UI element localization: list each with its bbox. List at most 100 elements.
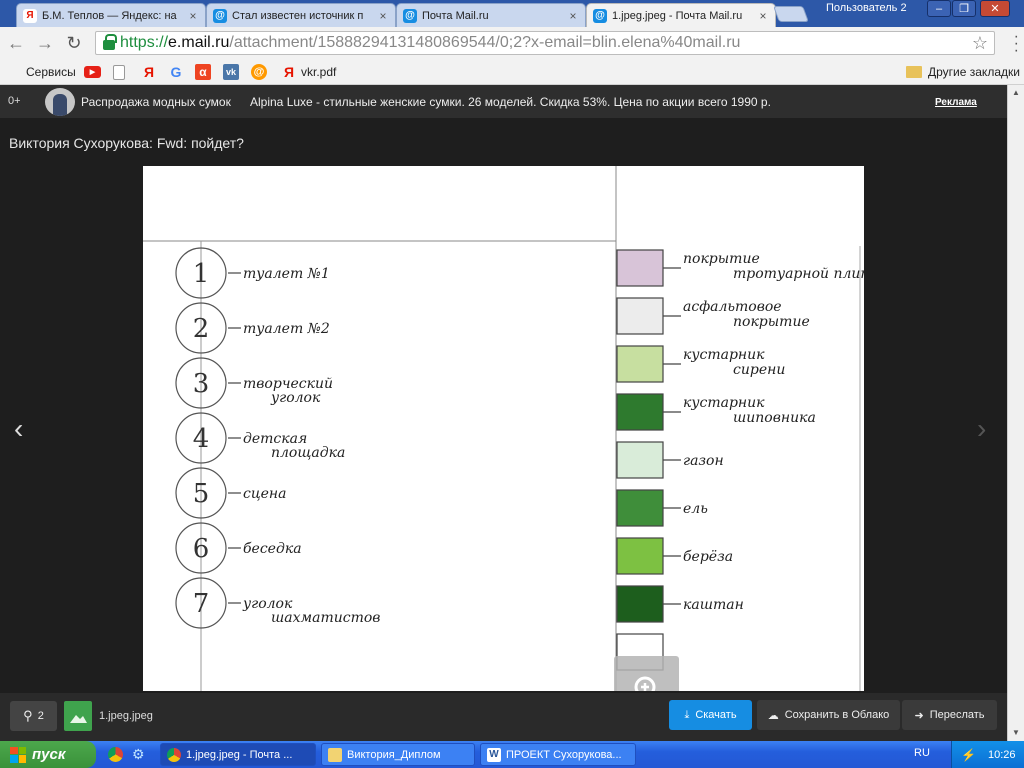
windows-logo-icon <box>10 746 26 763</box>
download-button[interactable]: ⤓ Скачать <box>669 700 752 730</box>
ad-label[interactable]: Реклама <box>935 97 977 108</box>
bookmark-services[interactable]: Сервисы <box>6 63 76 81</box>
minimize-icon[interactable]: – <box>927 0 951 17</box>
age-rating: 0+ <box>8 95 21 107</box>
folder-icon <box>906 66 922 78</box>
legend-label: беседка <box>243 541 302 557</box>
mailru-icon: @ <box>593 8 607 23</box>
ad-banner[interactable]: 0+ Распродажа модных сумок Alpina Luxe -… <box>0 85 1007 118</box>
profile-name[interactable]: Пользователь 2 <box>826 2 907 14</box>
legend-label: кустарник <box>683 347 765 363</box>
legend-number: 2 <box>193 314 210 344</box>
legend-left-item: 2 туалет №2 <box>175 302 330 354</box>
ad-title[interactable]: Распродажа модных сумок <box>81 95 231 109</box>
tab-news[interactable]: @ Стал известен источник п × <box>206 3 396 27</box>
legend-number: 7 <box>193 589 210 619</box>
word-icon: W <box>487 747 501 762</box>
browser-menu-icon[interactable]: · · · <box>1014 29 1019 59</box>
legend-label: сцена <box>243 486 286 502</box>
yandex-icon: Я <box>283 64 295 80</box>
new-tab-button[interactable] <box>773 6 809 22</box>
legend-label-cont: шиповника <box>733 410 816 426</box>
forward-icon[interactable]: → <box>34 32 56 54</box>
forward-button[interactable]: ➜ Переслать <box>902 700 997 730</box>
bookmark-label: Другие закладки <box>928 65 1020 79</box>
legend-label-cont: шахматистов <box>271 610 380 626</box>
screen: Я Б.М. Теплов — Яндекс: на × @ Стал изве… <box>0 0 1024 768</box>
attachments-count: 2 <box>37 710 44 722</box>
scroll-down-icon[interactable]: ▼ <box>1011 729 1021 737</box>
legend-label-cont: площадка <box>271 445 345 461</box>
yandex-icon: Я <box>143 64 155 80</box>
bookmark-vk[interactable]: vk <box>223 63 239 81</box>
language-indicator[interactable]: RU <box>914 747 930 759</box>
prev-image-icon[interactable]: ‹ <box>14 413 23 445</box>
bookmark-mailru[interactable]: @ <box>251 63 267 81</box>
legend-left-item: 5 сцена <box>175 467 286 519</box>
bookmark-alfa[interactable]: α <box>195 63 211 81</box>
legend-number: 3 <box>193 369 210 399</box>
start-button[interactable]: пуск <box>0 741 96 768</box>
bookmark-google[interactable]: G <box>168 63 184 81</box>
reload-icon[interactable]: ↻ <box>63 32 85 54</box>
vk-icon: vk <box>223 64 239 80</box>
chrome-quicklaunch-icon[interactable] <box>108 747 123 762</box>
network-tray-icon[interactable]: ⚡ <box>961 748 976 762</box>
vertical-scrollbar[interactable]: ▲ ▼ <box>1007 85 1024 741</box>
legend-number: 6 <box>193 534 210 564</box>
other-bookmarks[interactable]: Другие закладки <box>906 63 1020 81</box>
close-icon[interactable]: × <box>187 9 199 23</box>
next-image-icon[interactable]: › <box>977 413 986 445</box>
legend-label: туалет №2 <box>243 321 330 337</box>
save-cloud-label: Сохранить в Облако <box>784 709 890 721</box>
back-icon[interactable]: ← <box>5 32 27 54</box>
bookmark-vkr-pdf[interactable]: Я vkr.pdf <box>281 63 336 81</box>
attachment-thumbnail[interactable] <box>64 701 92 731</box>
bookmark-label: Сервисы <box>26 65 76 79</box>
close-window-icon[interactable]: ✕ <box>980 0 1010 17</box>
tab-yandex[interactable]: Я Б.М. Теплов — Яндекс: на × <box>16 3 206 27</box>
bookmark-page[interactable] <box>113 63 125 81</box>
legend-right-item: кустарникшиповника <box>616 393 816 431</box>
legend-right-item: берёза <box>616 537 733 575</box>
page-icon <box>113 64 125 80</box>
restore-icon[interactable]: ❐ <box>952 0 976 17</box>
network-quicklaunch-icon[interactable]: ⚙ <box>132 746 145 763</box>
url-text[interactable]: https://e.mail.ru/attachment/15888294131… <box>120 34 740 52</box>
scroll-up-icon[interactable]: ▲ <box>1011 89 1021 97</box>
legend-left-item: 1 туалет №1 <box>175 247 330 299</box>
attachments-button[interactable]: ⚲ 2 <box>10 701 57 731</box>
taskbar-item-folder[interactable]: Виктория_Диплом <box>321 743 475 766</box>
image-icon <box>70 715 87 723</box>
legend-right-item: асфальтовоепокрытие <box>616 297 810 335</box>
legend-swatch <box>616 345 664 383</box>
save-to-cloud-button[interactable]: ☁ Сохранить в Облако <box>757 700 900 730</box>
legend-label: покрытие <box>683 251 760 267</box>
taskbar-item-word[interactable]: W ПРОЕКТ Сухорукова... <box>480 743 636 766</box>
legend-swatch <box>616 585 664 623</box>
attachment-image[interactable]: 1 туалет №1 2 туалет №2 3 творческий уголок 4 де… <box>143 166 864 691</box>
bookmarks-bar: Сервисы ▶ Я G α vk @ Я vkr.pdf Другие за… <box>0 59 1024 85</box>
yandex-icon: Я <box>23 8 37 23</box>
taskbar-item-chrome[interactable]: 1.jpeg.jpeg - Почта ... <box>160 743 316 766</box>
bookmark-youtube[interactable]: ▶ <box>84 63 101 81</box>
tab-title: 1.jpeg.jpeg - Почта Mail.ru <box>612 9 743 22</box>
legend-swatch <box>616 249 664 287</box>
bookmark-star-icon[interactable]: ☆ <box>972 33 988 54</box>
close-icon[interactable]: × <box>757 9 769 23</box>
tab-attachment[interactable]: @ 1.jpeg.jpeg - Почта Mail.ru × <box>586 3 776 27</box>
bookmark-yandex[interactable]: Я <box>141 63 157 81</box>
legend-right-item: каштан <box>616 585 744 623</box>
legend-swatch <box>616 393 664 431</box>
ad-text[interactable]: Alpina Luxe - стильные женские сумки. 26… <box>250 95 771 109</box>
close-icon[interactable]: × <box>567 9 579 23</box>
legend-label: газон <box>683 453 724 469</box>
close-icon[interactable]: × <box>377 9 389 23</box>
zoom-in-button[interactable] <box>614 656 679 691</box>
mailru-icon: @ <box>251 64 267 80</box>
legend-label: ель <box>683 501 708 517</box>
address-bar[interactable]: https://e.mail.ru/attachment/15888294131… <box>95 31 995 55</box>
zoom-in-icon <box>634 676 655 691</box>
legend-number: 5 <box>193 479 210 509</box>
tab-mail[interactable]: @ Почта Mail.ru × <box>396 3 586 27</box>
